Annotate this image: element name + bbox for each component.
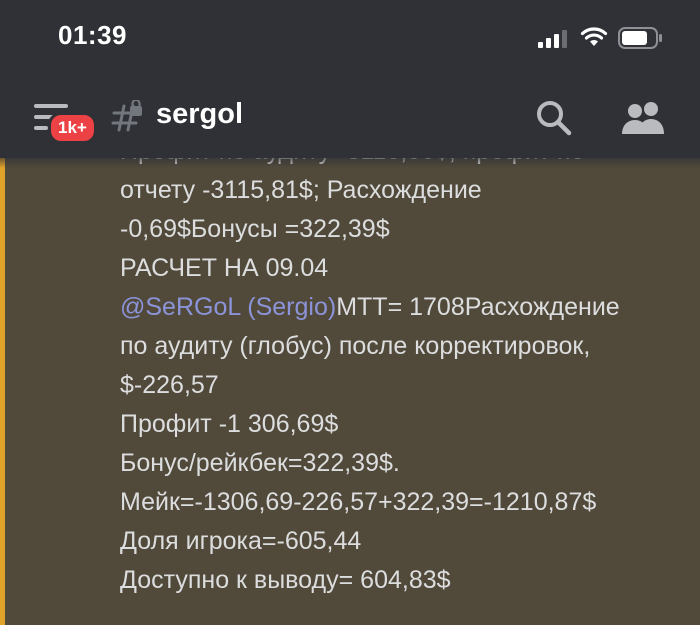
members-icon[interactable] — [620, 100, 668, 136]
message-line: Доля игрока=-605,44 — [120, 527, 362, 555]
search-icon[interactable] — [534, 98, 574, 138]
message-content[interactable]: Профит по аудиту -3116,50$, профит по от… — [120, 158, 690, 600]
battery-icon — [618, 27, 662, 49]
locked-text-channel-icon — [111, 100, 142, 132]
message-line: по аудиту (глобус) после корректировок, — [120, 332, 591, 360]
message-line: Профит -1 306,69$ — [120, 410, 339, 438]
message-line-with-mention: @SeRGoL (Sergio)МТТ= 1708Расхождение — [120, 288, 690, 327]
message-line: Бонус/рейкбек=322,39$. — [120, 449, 400, 477]
message-line: -0,69$Бонусы =322,39$ — [120, 215, 390, 243]
header-shadow — [0, 158, 700, 168]
message-list[interactable]: Профит по аудиту -3116,50$, профит по от… — [0, 158, 700, 625]
guild-menu-button[interactable]: 1k+ — [30, 98, 97, 144]
status-bar: 01:39 — [0, 0, 700, 78]
mention-highlight-bar — [0, 158, 5, 625]
message-line: Доступно к выводу= 604,83$ — [120, 566, 451, 594]
cellular-signal-icon — [538, 30, 567, 48]
channel-header: 1k+ sergol — [0, 78, 700, 158]
mention-count-badge: 1k+ — [48, 112, 97, 144]
status-time: 01:39 — [58, 20, 127, 50]
discord-mobile-screen: 01:39 1k+ sergol отчету -3115,81$; Расхо… — [0, 0, 700, 625]
message-line: Мейк=-1306,69-226,57+322,39=-1210,87$ — [120, 488, 597, 516]
message-line-rest: МТТ= 1708Расхождение — [336, 293, 620, 321]
message-line: РАСЧЕТ НА 09.04 — [120, 254, 329, 282]
wifi-icon — [580, 27, 608, 46]
message-line: $-226,57 — [120, 371, 219, 399]
user-mention[interactable]: @SeRGoL (Sergio) — [120, 293, 336, 321]
channel-name: sergol — [156, 98, 244, 130]
message-line: отчету -3115,81$; Расхождение — [120, 176, 482, 204]
